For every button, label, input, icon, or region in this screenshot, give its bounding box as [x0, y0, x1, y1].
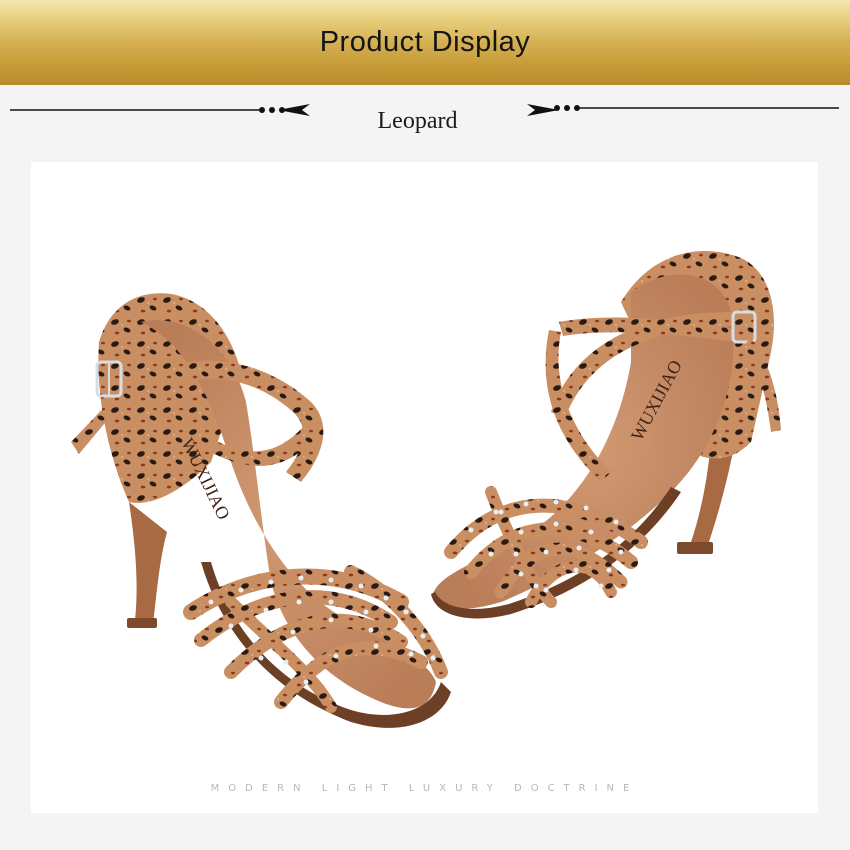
- shoe-photo-icon: WUXIJIAO WUXIJIAO: [71, 250, 781, 728]
- divider-left-ornament: [10, 104, 310, 116]
- color-variant-label: Leopard: [377, 108, 458, 134]
- page-title: Product Display: [319, 26, 531, 58]
- product-photo: WUXIJIAO WUXIJIAO: [31, 162, 818, 813]
- brand-tagline: MODERN LIGHT LUXURY DOCTRINE: [210, 783, 639, 794]
- right-shoe: WUXIJIAO: [431, 250, 781, 619]
- left-shoe: WUXIJIAO: [71, 293, 451, 728]
- divider-right-ornament: [527, 104, 839, 116]
